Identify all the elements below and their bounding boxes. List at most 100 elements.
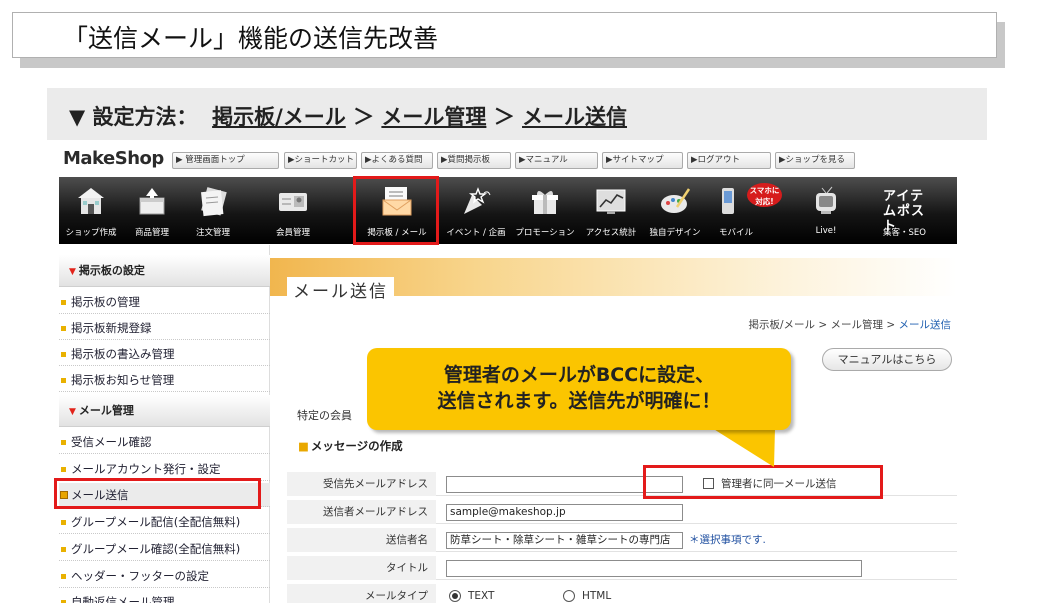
admin-top-strip: MakeShop ▶ 管理画面トップ ▶ショートカット ▶よくある質問 ▶質問掲… bbox=[59, 148, 957, 174]
top-nav-logout[interactable]: ▶ログアウト bbox=[687, 152, 771, 169]
shop-icon bbox=[78, 188, 104, 214]
order-icon bbox=[201, 187, 227, 217]
breadcrumb-path[interactable]: 掲示板/メール > メール管理 > bbox=[749, 319, 899, 331]
sidebar-item-board-manage[interactable]: 掲示板の管理 bbox=[59, 290, 270, 314]
highlight-mail-send-item bbox=[54, 478, 261, 509]
menu-label: 注文管理 bbox=[195, 228, 230, 238]
sidebar-item-label: 受信メール確認 bbox=[71, 435, 152, 449]
mail-type-html-radio[interactable] bbox=[563, 590, 575, 602]
section-title-text: メッセージの作成 bbox=[310, 439, 403, 453]
bullet-icon bbox=[61, 547, 66, 552]
mobile-icon bbox=[722, 188, 734, 214]
title-label: タイトル bbox=[287, 556, 436, 580]
menu-original-design[interactable]: 独自デザイン bbox=[643, 177, 707, 244]
form-row-sender-name: 送信者名 防草シート・除草シート・雑草シートの専門店 ＊選択事項です. bbox=[287, 528, 957, 552]
highlight-admin-copy-checkbox bbox=[643, 465, 883, 499]
menu-member[interactable]: 会員管理 bbox=[261, 177, 325, 244]
sidebar-section-label: 掲示板の設定 bbox=[78, 264, 145, 277]
page-title: メール送信 bbox=[287, 277, 394, 302]
title-input[interactable] bbox=[446, 560, 862, 577]
sender-email-label: 送信者メールアドレス bbox=[287, 500, 436, 524]
breadcrumb: 掲示板/メール > メール管理 > メール送信 bbox=[749, 317, 951, 332]
party-popper-icon bbox=[464, 187, 491, 214]
menu-label: プロモーション bbox=[515, 228, 575, 238]
bullet-icon bbox=[61, 300, 66, 305]
palette-icon bbox=[661, 188, 691, 213]
menu-event[interactable]: イベント / 企画 bbox=[441, 177, 511, 244]
bullet-icon bbox=[61, 574, 66, 579]
menu-shop-create[interactable]: ショップ作成 bbox=[59, 177, 123, 244]
sidebar-item-label: 掲示板の書込み管理 bbox=[71, 347, 175, 361]
menu-label: ショップ作成 bbox=[65, 228, 117, 238]
sidebar-section-board-settings[interactable]: ▼ 掲示板の設定 bbox=[59, 255, 270, 287]
sidebar-item-auto-reply[interactable]: 自動返信メール管理 bbox=[59, 590, 270, 603]
sidebar-item-label: メールアカウント発行・設定 bbox=[71, 462, 221, 476]
menu-item-post[interactable]: アイテムポスト 集客・SEO bbox=[861, 177, 957, 244]
specific-member-note: 特定の会員 bbox=[297, 409, 352, 422]
bullet-icon bbox=[61, 520, 66, 525]
top-nav-shortcut[interactable]: ▶ショートカット bbox=[284, 152, 357, 169]
path-link-mail-send[interactable]: メール送信 bbox=[522, 105, 627, 129]
sidebar-item-label: グループメール確認(全配信無料) bbox=[71, 542, 241, 556]
sidebar-section-label: メール管理 bbox=[78, 404, 134, 417]
top-nav-sitemap[interactable]: ▶サイトマップ bbox=[602, 152, 683, 169]
highlight-board-mail-menu bbox=[353, 176, 439, 245]
top-nav-faq[interactable]: ▶よくある質問 bbox=[361, 152, 433, 169]
menu-access-stats[interactable]: アクセス統計 bbox=[579, 177, 643, 244]
sidebar-item-label: 掲示板の管理 bbox=[71, 295, 140, 309]
method-prefix: ▼ 設定方法： bbox=[69, 105, 198, 129]
sidebar-section-mail-management[interactable]: ▼ メール管理 bbox=[59, 395, 270, 427]
top-nav-manual[interactable]: ▶マニュアル bbox=[515, 152, 598, 169]
bullet-icon bbox=[61, 352, 66, 357]
product-box-icon bbox=[139, 188, 165, 215]
sender-name-input[interactable]: 防草シート・除草シート・雑草シートの専門店 bbox=[446, 532, 683, 549]
sidebar-item-received-mail[interactable]: 受信メール確認 bbox=[59, 430, 270, 454]
menu-label: Live! bbox=[815, 226, 837, 236]
top-nav-question-board[interactable]: ▶質問掲示板 bbox=[437, 152, 511, 169]
sidebar-item-group-mail-check[interactable]: グループメール確認(全配信無料) bbox=[59, 537, 270, 561]
slide-title: 「送信メール」機能の送信先改善 bbox=[63, 24, 439, 53]
callout-line-1: 管理者のメールがBCCに設定、 bbox=[443, 364, 715, 386]
menu-order[interactable]: 注文管理 bbox=[181, 177, 245, 244]
bullet-icon bbox=[61, 467, 66, 472]
sidebar-item-board-new[interactable]: 掲示板新規登録 bbox=[59, 316, 270, 340]
sidebar-item-label: 掲示板新規登録 bbox=[71, 321, 152, 335]
path-link-board-mail[interactable]: 掲示板/メール bbox=[212, 105, 346, 129]
mail-type-html-label: HTML bbox=[582, 590, 612, 602]
menu-label: 集客・SEO bbox=[883, 228, 926, 238]
top-nav-view-shop[interactable]: ▶ショップを見る bbox=[775, 152, 855, 169]
sender-email-input[interactable]: sample@makeshop.jp bbox=[446, 504, 683, 521]
menu-mobile[interactable]: スマホに対応! モバイル bbox=[707, 177, 787, 244]
menu-promotion[interactable]: プロモーション bbox=[511, 177, 579, 244]
makeshop-logo[interactable]: MakeShop bbox=[63, 148, 164, 169]
recipient-label: 受信先メールアドレス bbox=[287, 472, 436, 496]
sidebar-item-label: 自動返信メール管理 bbox=[71, 595, 175, 603]
sidebar-item-label: 掲示板お知らせ管理 bbox=[71, 373, 175, 387]
sidebar-item-group-mail-send[interactable]: グループメール配信(全配信無料) bbox=[59, 510, 270, 534]
main-menu-bar: ショップ作成 商品管理 注文管理 会員管理 掲示板 / メール イベント / 企… bbox=[59, 177, 957, 244]
mail-type-label: メールタイプ bbox=[287, 584, 436, 603]
bullet-icon bbox=[61, 326, 66, 331]
menu-label: 独自デザイン bbox=[649, 228, 701, 238]
breadcrumb-current[interactable]: メール送信 bbox=[899, 319, 952, 331]
mail-type-text-radio[interactable] bbox=[449, 590, 461, 602]
path-separator: ＞ bbox=[493, 105, 515, 129]
sidebar: ▼ 掲示板の設定 掲示板の管理 掲示板新規登録 掲示板の書込み管理 掲示板お知らせ… bbox=[59, 245, 270, 603]
sidebar-item-board-posts[interactable]: 掲示板の書込み管理 bbox=[59, 342, 270, 366]
slide-title-box: 「送信メール」機能の送信先改善 bbox=[12, 12, 997, 58]
sidebar-item-board-notice[interactable]: 掲示板お知らせ管理 bbox=[59, 368, 270, 392]
triangle-down-icon: ▼ bbox=[69, 407, 76, 417]
section-title: ■ メッセージの作成 bbox=[298, 438, 403, 454]
sidebar-item-header-footer[interactable]: ヘッダー・フッターの設定 bbox=[59, 564, 270, 588]
top-nav-admin-top[interactable]: ▶ 管理画面トップ bbox=[172, 152, 279, 169]
mail-type-text-label: TEXT bbox=[468, 590, 495, 602]
member-card-icon bbox=[279, 193, 307, 211]
callout-line-2: 送信されます。送信先が明確に！ bbox=[437, 390, 721, 412]
callout-text: 管理者のメールがBCCに設定、 送信されます。送信先が明確に！ bbox=[367, 362, 791, 414]
menu-product[interactable]: 商品管理 bbox=[123, 177, 181, 244]
menu-label: 会員管理 bbox=[275, 228, 310, 238]
manual-button[interactable]: マニュアルはこちら bbox=[822, 348, 952, 371]
sender-name-note: ＊選択事項です. bbox=[689, 534, 766, 546]
path-link-mail-management[interactable]: メール管理 bbox=[381, 105, 486, 129]
menu-live[interactable]: Live! bbox=[791, 177, 861, 244]
